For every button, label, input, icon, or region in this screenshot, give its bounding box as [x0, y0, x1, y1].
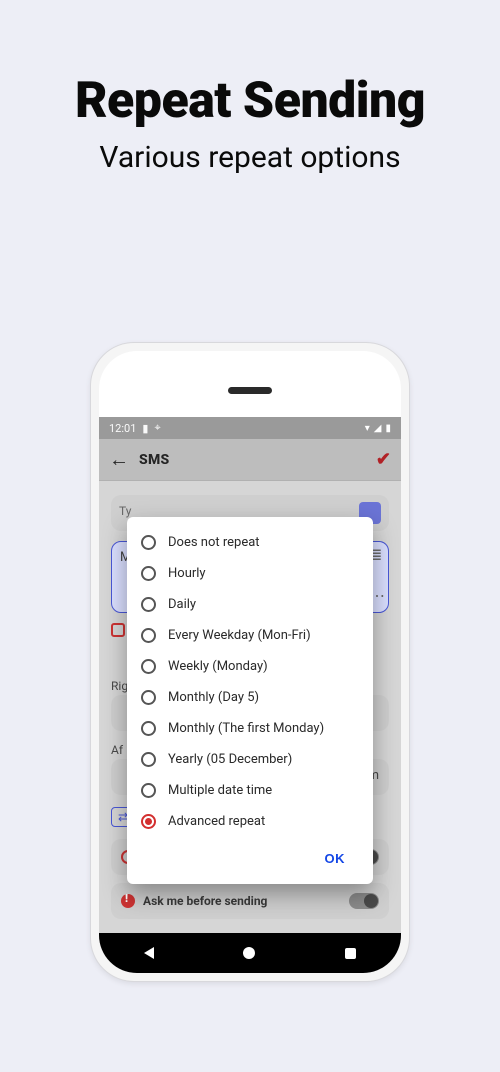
signal-icon: ◢ — [374, 423, 382, 434]
repeat-option[interactable]: Every Weekday (Mon-Fri) — [139, 620, 361, 651]
repeat-dialog: Does not repeat Hourly Daily Every Weekday … — [127, 517, 373, 884]
wifi-icon: ▾ — [365, 423, 370, 434]
dialog-actions: OK — [139, 837, 361, 878]
nav-back-icon[interactable] — [144, 947, 154, 959]
alert-icon — [121, 894, 135, 908]
repeat-option-label: Daily — [168, 597, 196, 612]
battery-icon: ▮ — [385, 423, 391, 434]
row-ask[interactable]: Ask me before sending — [111, 883, 389, 919]
repeat-option-label: Weekly (Monday) — [168, 659, 268, 674]
repeat-option-label: Advanced repeat — [168, 814, 265, 829]
radio-icon[interactable] — [141, 597, 156, 612]
device-inner: 12:01 ▮ ⌖ ▾ ◢ ▮ ← SMS ✔ Ty — [99, 351, 401, 973]
back-icon[interactable]: ← — [109, 447, 129, 472]
repeat-option-label: Hourly — [168, 566, 206, 581]
confirm-icon[interactable]: ✔ — [376, 449, 391, 470]
repeat-option[interactable]: Weekly (Monday) — [139, 651, 361, 682]
checkbox-icon[interactable] — [111, 623, 125, 637]
repeat-option[interactable]: Daily — [139, 589, 361, 620]
repeat-option-label: Every Weekday (Mon-Fri) — [168, 628, 311, 643]
speaker-icon — [228, 387, 272, 394]
repeat-option[interactable]: Monthly (Day 5) — [139, 682, 361, 713]
repeat-option[interactable]: Hourly — [139, 558, 361, 589]
ok-button[interactable]: OK — [317, 845, 354, 872]
radio-icon[interactable] — [141, 566, 156, 581]
repeat-option[interactable]: Multiple date time — [139, 775, 361, 806]
radio-icon[interactable] — [141, 535, 156, 550]
radio-icon[interactable] — [141, 721, 156, 736]
bg-label-after: Af — [111, 743, 123, 757]
screen: 12:01 ▮ ⌖ ▾ ◢ ▮ ← SMS ✔ Ty — [99, 417, 401, 973]
radio-icon[interactable] — [141, 783, 156, 798]
device-frame: 12:01 ▮ ⌖ ▾ ◢ ▮ ← SMS ✔ Ty — [90, 342, 410, 982]
repeat-option-label: Monthly (The first Monday) — [168, 721, 324, 736]
bg-recipient-placeholder: Ty — [119, 504, 131, 518]
repeat-option-label: Does not repeat — [168, 535, 260, 550]
repeat-option[interactable]: Monthly (The first Monday) — [139, 713, 361, 744]
radio-icon[interactable] — [141, 659, 156, 674]
android-nav-bar — [99, 933, 401, 973]
repeat-option[interactable]: Advanced repeat — [139, 806, 361, 837]
radio-icon[interactable] — [141, 814, 156, 829]
radio-icon[interactable] — [141, 752, 156, 767]
status-time: 12:01 — [109, 422, 136, 435]
bg-label-right: Rig — [111, 679, 128, 693]
status-bar: 12:01 ▮ ⌖ ▾ ◢ ▮ — [99, 417, 401, 439]
radio-icon[interactable] — [141, 690, 156, 705]
hero-subtitle: Various repeat options — [0, 140, 500, 175]
debug-icon: ⌖ — [154, 421, 160, 435]
nav-recents-icon[interactable] — [345, 948, 356, 959]
repeat-option[interactable]: Yearly (05 December) — [139, 744, 361, 775]
repeat-option-label: Yearly (05 December) — [168, 752, 292, 767]
app-bar: ← SMS ✔ — [99, 439, 401, 481]
repeat-option-label: Monthly (Day 5) — [168, 690, 259, 705]
repeat-option-label: Multiple date time — [168, 783, 272, 798]
nav-home-icon[interactable] — [243, 947, 255, 959]
radio-icon[interactable] — [141, 628, 156, 643]
page-title: SMS — [139, 452, 170, 468]
repeat-option[interactable]: Does not repeat — [139, 527, 361, 558]
sim-icon: ▮ — [142, 422, 148, 435]
hero-title: Repeat Sending — [0, 72, 500, 130]
row-ask-label: Ask me before sending — [143, 894, 267, 908]
ask-switch[interactable] — [349, 893, 379, 909]
